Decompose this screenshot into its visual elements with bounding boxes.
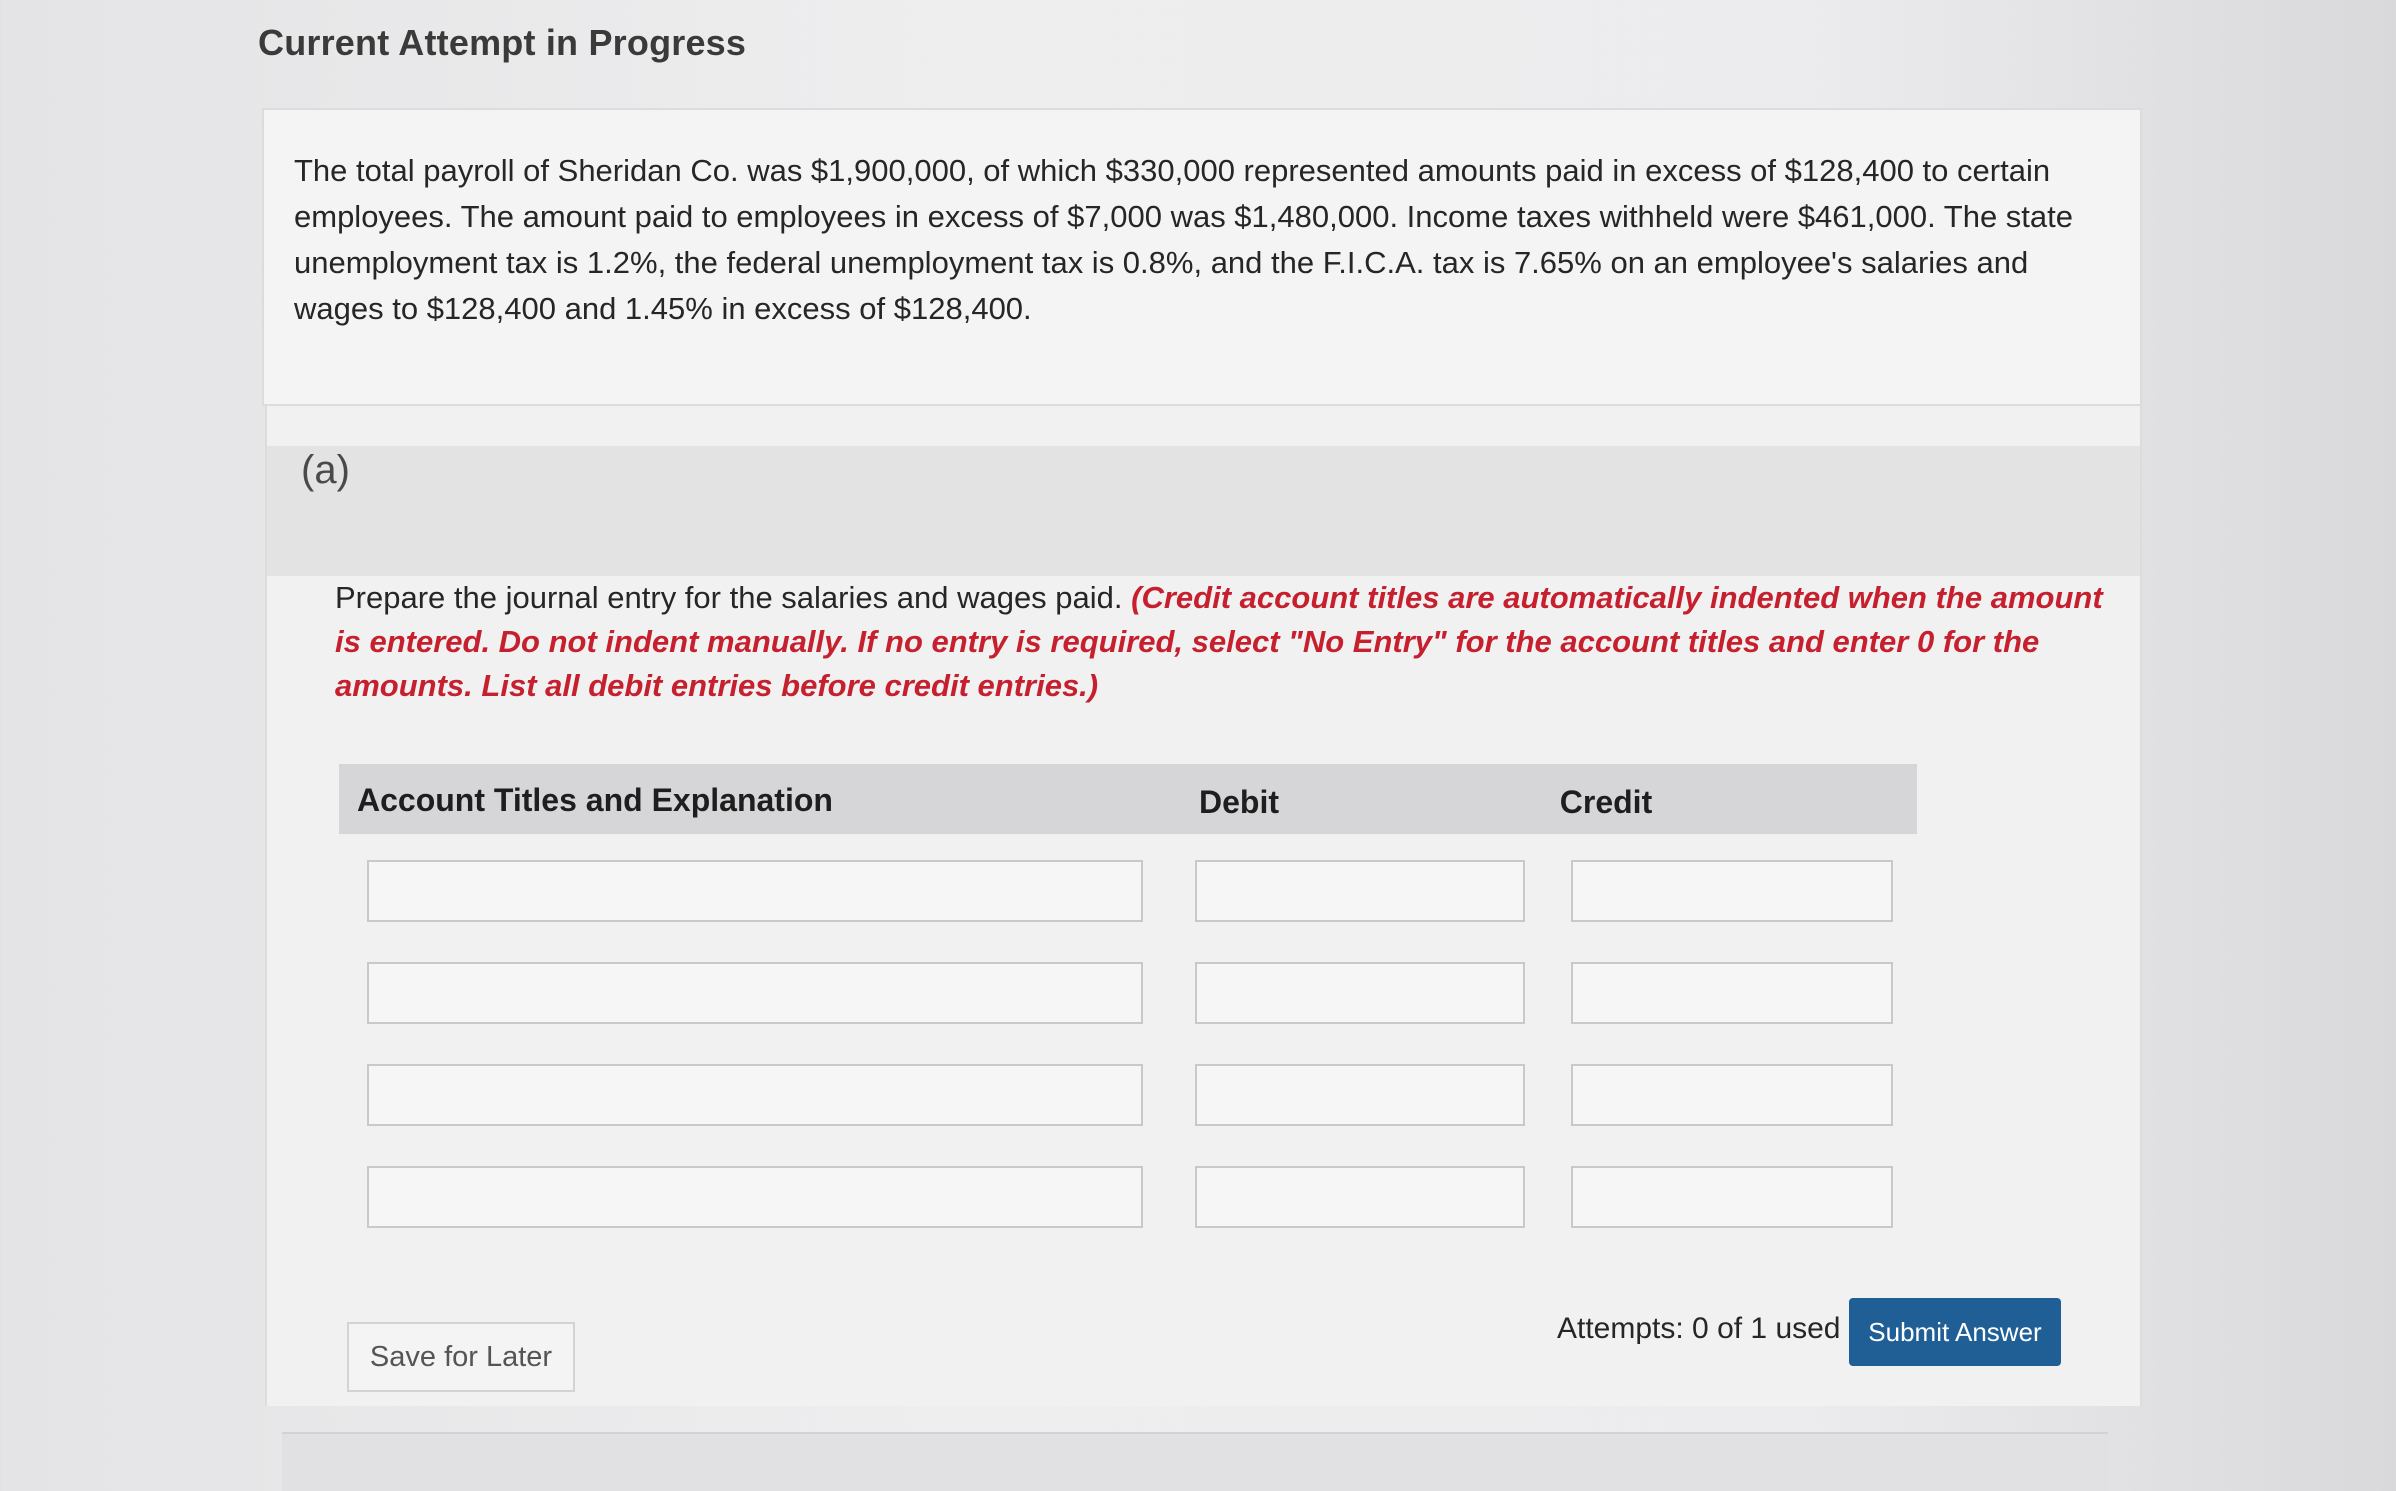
credit-input[interactable]	[1571, 1166, 1893, 1228]
page-title: Current Attempt in Progress	[258, 22, 747, 63]
next-part-card	[282, 1432, 2108, 1491]
credit-input[interactable]	[1571, 860, 1893, 922]
attempts-counter: Attempts: 0 of 1 used	[1557, 1312, 1841, 1345]
table-row	[339, 1166, 1917, 1230]
journal-entry-table: Account Titles and Explanation Debit Cre…	[339, 764, 1917, 1228]
header-account-titles: Account Titles and Explanation	[357, 782, 833, 818]
account-title-input[interactable]	[367, 962, 1143, 1024]
account-title-input[interactable]	[367, 1166, 1143, 1228]
account-title-input[interactable]	[367, 1064, 1143, 1126]
account-title-input[interactable]	[367, 860, 1143, 922]
instructions: Prepare the journal entry for the salari…	[335, 576, 2115, 708]
problem-statement: The total payroll of Sheridan Co. was $1…	[294, 153, 2074, 326]
problem-card: The total payroll of Sheridan Co. was $1…	[262, 108, 2142, 406]
table-header: Account Titles and Explanation Debit Cre…	[339, 764, 1917, 834]
save-for-later-button[interactable]: Save for Later	[347, 1322, 575, 1392]
debit-input[interactable]	[1195, 860, 1525, 922]
submit-answer-button[interactable]: Submit Answer	[1849, 1298, 2061, 1366]
instruction-text: Prepare the journal entry for the salari…	[335, 580, 1123, 615]
table-row	[339, 860, 1917, 924]
part-label-band	[267, 446, 2140, 576]
table-row	[339, 962, 1917, 1026]
part-a-card: (a) Prepare the journal entry for the sa…	[265, 406, 2142, 1406]
credit-input[interactable]	[1571, 1064, 1893, 1126]
debit-input[interactable]	[1195, 1166, 1525, 1228]
credit-input[interactable]	[1571, 962, 1893, 1024]
header-debit: Debit	[1199, 784, 1279, 820]
table-row	[339, 1064, 1917, 1128]
debit-input[interactable]	[1195, 1064, 1525, 1126]
debit-input[interactable]	[1195, 962, 1525, 1024]
part-label: (a)	[301, 448, 350, 492]
header-credit: Credit	[1559, 784, 1653, 820]
